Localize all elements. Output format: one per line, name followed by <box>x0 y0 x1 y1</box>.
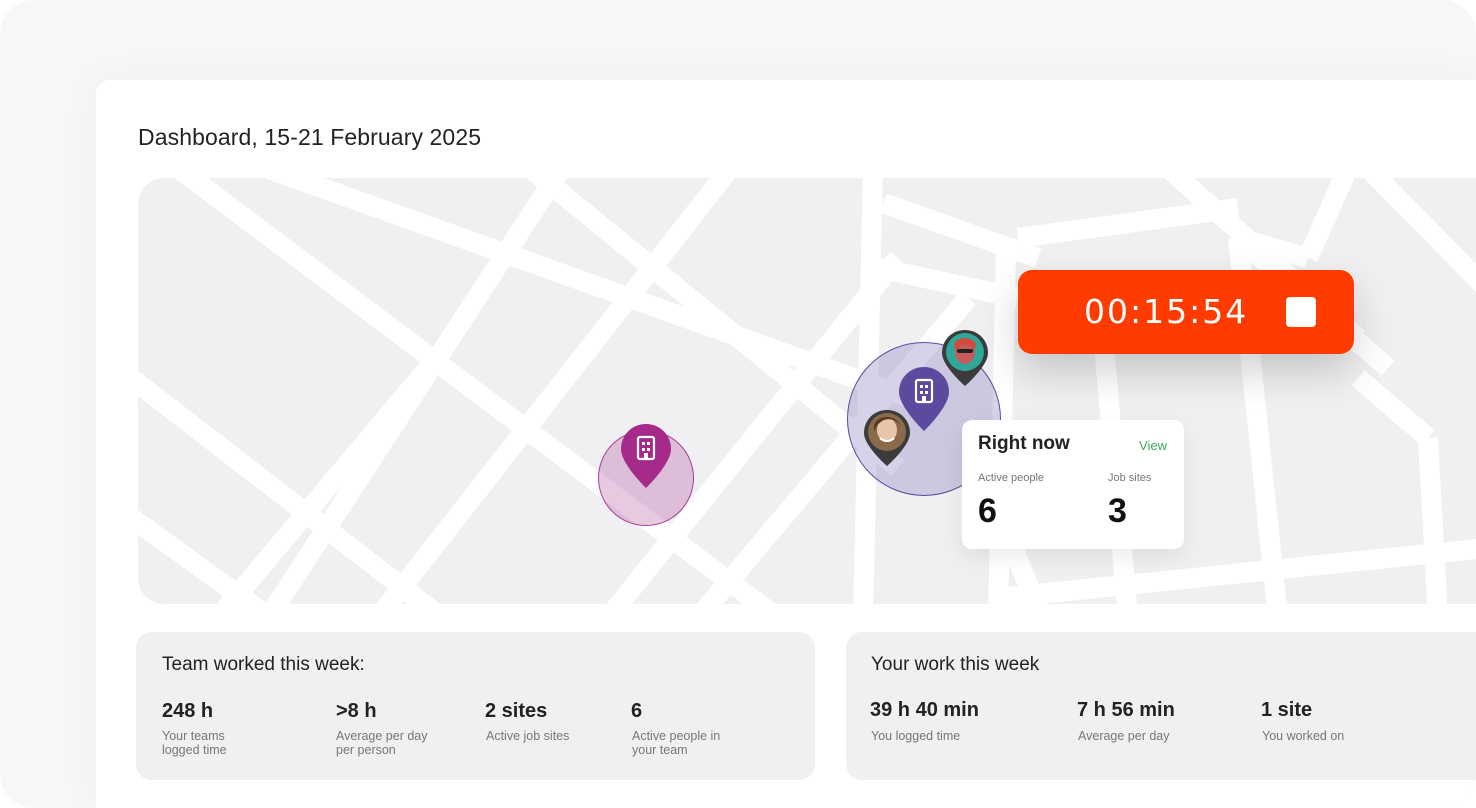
avatar[interactable] <box>862 408 912 468</box>
stat-value: 2 sites <box>485 700 548 722</box>
card-title: Your work this week <box>871 654 1040 675</box>
map-roads <box>138 178 1476 604</box>
page-title: Dashboard, 15-21 February 2025 <box>138 124 482 150</box>
stat-label: Your teams logged time <box>162 729 227 757</box>
stat-value: 6 <box>631 700 643 722</box>
elapsed-time: 00:15:54 <box>1084 292 1249 331</box>
stat-value: 39 h 40 min <box>870 699 979 721</box>
job-sites-label: Job sites <box>1108 472 1152 484</box>
stat-value: >8 h <box>336 700 377 722</box>
time-tracker: 00:15:54 <box>1018 270 1354 354</box>
stat-label: Average per day <box>1078 729 1170 743</box>
card-title: Team worked this week: <box>162 654 365 675</box>
active-people-label: Active people <box>978 472 1045 484</box>
right-now-card: Right now View Active people Job sites 6… <box>962 420 1184 549</box>
app-background: Dashboard, 15-21 February 2025 00:15:54 … <box>0 0 1476 808</box>
map-view[interactable] <box>138 178 1476 604</box>
stat-value: 248 h <box>162 700 214 722</box>
location-pin-icon[interactable] <box>619 422 673 490</box>
stat-value: 1 site <box>1261 699 1313 721</box>
stop-button[interactable] <box>1286 297 1316 327</box>
stat-label: You worked on <box>1262 729 1345 743</box>
view-link[interactable]: View <box>1139 438 1167 453</box>
stat-label: Average per day per person <box>336 729 428 757</box>
stat-label: Active people in your team <box>632 729 721 757</box>
stat-label: Active job sites <box>486 729 570 743</box>
your-summary-card: Your work this week 39 h 40 min You logg… <box>846 632 1476 780</box>
stat-label: You logged time <box>871 729 961 743</box>
team-summary-card: Team worked this week: 248 h Your teams l… <box>136 632 815 780</box>
job-sites-value: 3 <box>1108 492 1127 530</box>
avatar[interactable] <box>940 328 990 388</box>
stat-value: 7 h 56 min <box>1077 699 1175 721</box>
active-people-value: 6 <box>978 492 997 530</box>
right-now-title: Right now <box>978 433 1070 454</box>
